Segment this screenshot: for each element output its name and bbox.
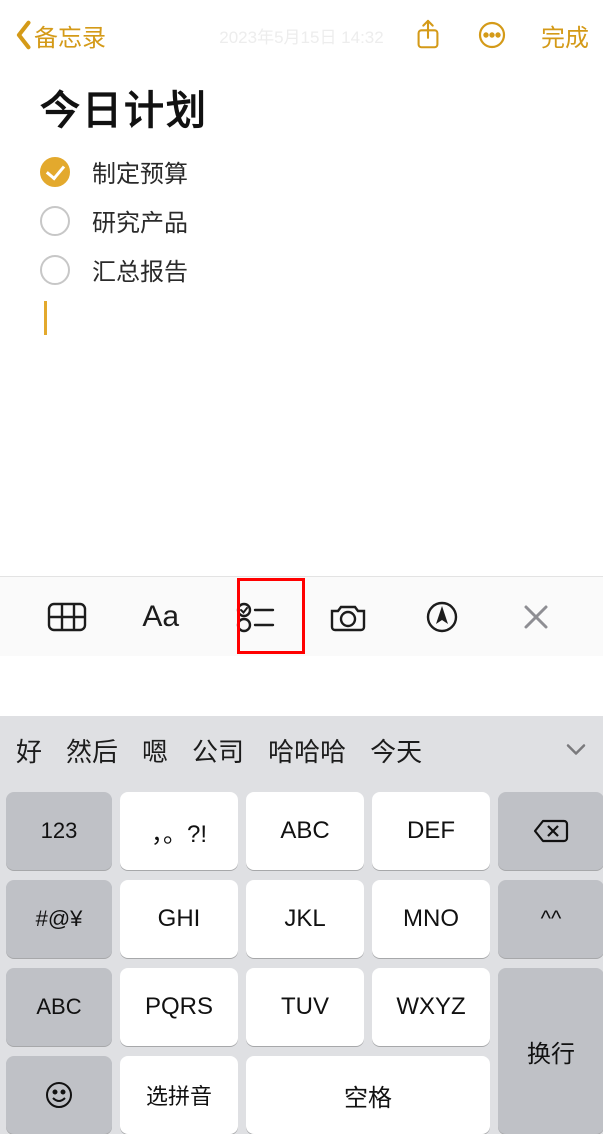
keyboard: 123 ，。?! ABC DEF #@¥ GHI JKL MNO ^^ ABC … [0, 784, 603, 1134]
key-tuv[interactable]: TUV [246, 968, 364, 1046]
done-button[interactable]: 完成 [541, 18, 589, 53]
nav-bar: 备忘录 2023年5月15日 14:32 完成 [0, 0, 603, 70]
note-title[interactable]: 今日计划 [40, 78, 563, 136]
key-123[interactable]: 123 [6, 792, 112, 870]
close-icon [523, 604, 549, 630]
candidate-bar: 好 然后 嗯 公司 哈哈哈 今天 [0, 716, 603, 784]
key-punct[interactable]: ，。?! [120, 792, 238, 870]
key-abc-mode[interactable]: ABC [6, 968, 112, 1046]
back-button[interactable]: 备忘录 [14, 18, 106, 53]
camera-button[interactable] [318, 589, 378, 645]
key-abc[interactable]: ABC [246, 792, 364, 870]
backspace-icon [533, 818, 569, 844]
note-body[interactable]: 今日计划 制定预算 研究产品 汇总报告 [0, 70, 603, 335]
close-keyboard-button[interactable] [506, 589, 566, 645]
check-item[interactable]: 研究产品 [40, 203, 563, 238]
checklist-icon [235, 601, 275, 633]
share-icon [413, 19, 443, 51]
check-label[interactable]: 研究产品 [92, 203, 188, 238]
candidate-word[interactable]: 今天 [370, 732, 422, 769]
text-style-button[interactable]: Aa [131, 589, 191, 645]
candidate-word[interactable]: 哈哈哈 [268, 732, 346, 769]
key-jkl[interactable]: JKL [246, 880, 364, 958]
markup-icon [425, 600, 459, 634]
table-icon [47, 602, 87, 632]
table-button[interactable] [37, 589, 97, 645]
key-enter[interactable]: 换行 [498, 968, 603, 1134]
checkbox-empty-icon[interactable] [40, 255, 70, 285]
candidate-word[interactable]: 公司 [192, 732, 244, 769]
check-item[interactable]: 汇总报告 [40, 252, 563, 287]
candidate-word[interactable]: 好 [16, 732, 42, 769]
key-def[interactable]: DEF [372, 792, 490, 870]
markup-button[interactable] [412, 589, 472, 645]
key-pqrs[interactable]: PQRS [120, 968, 238, 1046]
chevron-down-icon [565, 741, 587, 759]
key-backspace[interactable] [498, 792, 603, 870]
more-icon [477, 19, 507, 51]
back-label: 备忘录 [34, 18, 106, 53]
format-toolbar: Aa [0, 576, 603, 656]
key-select-pinyin[interactable]: 选拼音 [120, 1056, 238, 1134]
key-ghi[interactable]: GHI [120, 880, 238, 958]
more-button[interactable] [477, 19, 507, 51]
key-mno[interactable]: MNO [372, 880, 490, 958]
candidate-word[interactable]: 然后 [66, 732, 118, 769]
candidate-word[interactable]: 嗯 [142, 732, 168, 769]
emoji-icon [44, 1080, 74, 1110]
share-button[interactable] [413, 19, 443, 51]
check-label[interactable]: 汇总报告 [92, 252, 188, 287]
check-item[interactable]: 制定预算 [40, 154, 563, 189]
key-emote[interactable]: ^^ [498, 880, 603, 958]
chevron-left-icon [14, 20, 32, 50]
text-cursor [44, 301, 47, 335]
checkbox-empty-icon[interactable] [40, 206, 70, 236]
checklist-button[interactable] [225, 589, 285, 645]
key-emoji[interactable] [6, 1056, 112, 1134]
camera-icon [328, 601, 368, 633]
key-symbols[interactable]: #@¥ [6, 880, 112, 958]
expand-candidates-button[interactable] [565, 735, 587, 766]
key-space[interactable]: 空格 [246, 1056, 490, 1134]
text-style-icon: Aa [142, 600, 179, 634]
key-wxyz[interactable]: WXYZ [372, 968, 490, 1046]
checkbox-checked-icon[interactable] [40, 157, 70, 187]
check-label[interactable]: 制定预算 [92, 154, 188, 189]
